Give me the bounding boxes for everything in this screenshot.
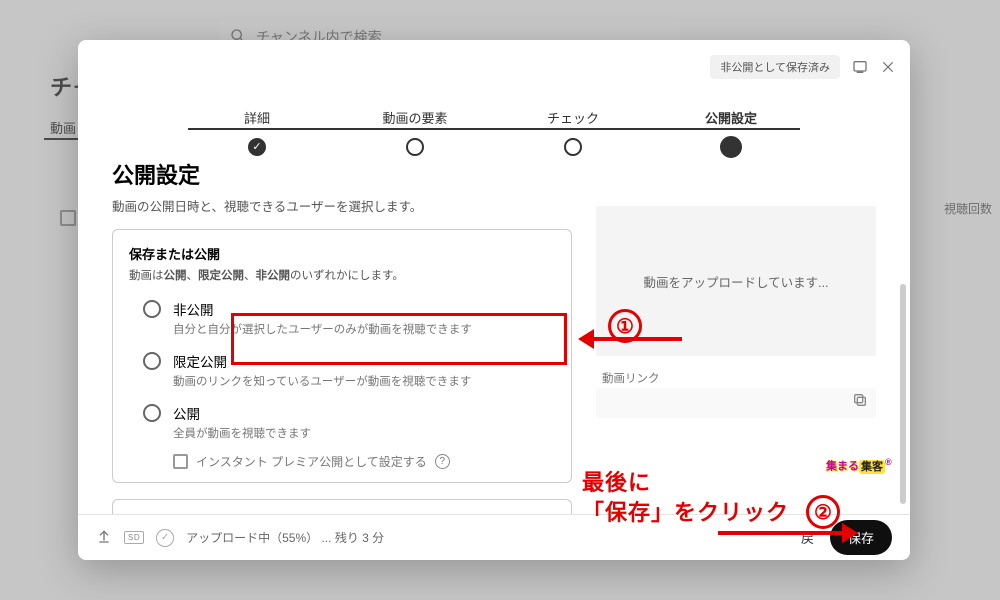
upload-visibility-modal: 非公開として保存済み 詳細 ✓ 動画の要素 チェック 公開設定 公開設定 動画 [78,40,910,560]
upload-status-text: アップロード中（55%） ... 残り 3 分 [186,529,384,546]
radio-icon [143,352,161,370]
video-link-row[interactable] [596,388,876,418]
modal-footer: SD ✓ アップロード中（55%） ... 残り 3 分 戻 保存 [78,514,910,560]
schedule-card[interactable]: スケジュールを設定 [112,499,572,514]
stepper-line [188,128,800,130]
step-visibility[interactable]: 公開設定 [652,108,810,127]
step-label: チェック [547,111,599,126]
step-label: 動画の要素 [382,111,447,126]
save-button[interactable]: 保存 [830,520,892,555]
upload-arrow-icon [96,528,112,547]
step-elements[interactable]: 動画の要素 [336,108,494,127]
option-title: 非公開 [173,299,472,319]
close-icon[interactable] [880,59,896,75]
section-subtitle: 動画の公開日時と、視聴できるユーザーを選択します。 [112,196,578,215]
card-title: 保存または公開 [129,244,555,263]
step-details[interactable]: 詳細 ✓ [178,108,336,127]
option-title: 公開 [173,403,311,423]
card-note: 動画は公開、限定公開、非公開のいずれかにします。 [129,267,555,283]
stepper: 詳細 ✓ 動画の要素 チェック 公開設定 [78,90,910,144]
step-label: 公開設定 [705,111,757,126]
instant-label: インスタント プレミア公開として設定する [196,453,427,470]
option-desc: 全員が動画を視聴できます [173,425,311,441]
option-public[interactable]: 公開 全員が動画を視聴できます [129,397,555,449]
modal-header: 非公開として保存済み [78,40,910,94]
option-unlisted[interactable]: 限定公開 動画のリンクを知っているユーザーが動画を視聴できます [129,345,555,397]
radio-icon [143,404,161,422]
uploading-text: 動画をアップロードしています... [643,272,828,291]
check-circle-icon: ✓ [156,529,174,547]
video-thumbnail-placeholder: 動画をアップロードしています... [596,206,876,356]
copy-icon[interactable] [852,392,868,413]
radio-icon [143,300,161,318]
option-desc: 動画のリンクを知っているユーザーが動画を視聴できます [173,373,471,389]
section-title: 公開設定 [112,158,578,190]
option-private[interactable]: 非公開 自分と自分が選択したユーザーのみが動画を視聴できます [129,293,555,345]
option-desc: 自分と自分が選択したユーザーのみが動画を視聴できます [173,321,472,337]
instant-premiere-row[interactable]: インスタント プレミア公開として設定する ? [129,449,555,472]
scrollbar[interactable] [900,284,906,504]
back-button[interactable]: 戻 [801,528,814,547]
feedback-icon[interactable] [852,59,868,75]
option-title: 限定公開 [173,351,471,371]
sd-badge: SD [124,531,144,544]
saved-status-pill: 非公開として保存済み [710,55,840,79]
video-link-label: 動画リンク [602,370,876,386]
help-icon[interactable]: ? [435,454,450,469]
checkbox-icon [173,454,188,469]
step-label: 詳細 [244,111,270,126]
visibility-card: 保存または公開 動画は公開、限定公開、非公開のいずれかにします。 非公開 自分と… [112,229,572,483]
step-checks[interactable]: チェック [494,108,652,127]
